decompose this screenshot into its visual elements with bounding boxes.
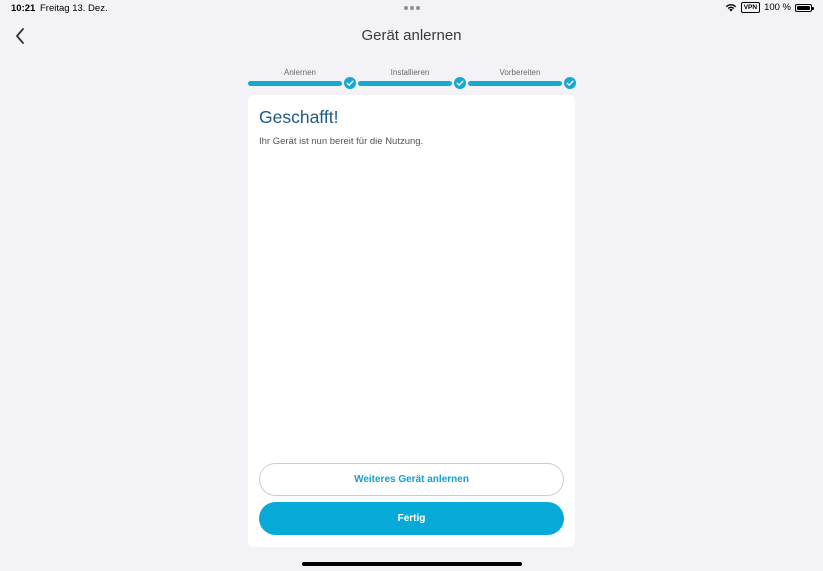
page-title: Gerät anlernen xyxy=(361,27,462,44)
success-card: Geschafft! Ihr Gerät ist nun bereit für … xyxy=(248,95,575,547)
step-label: Installieren xyxy=(390,68,430,77)
step-progress-bar xyxy=(468,81,562,86)
step-vorbereiten: Vorbereiten xyxy=(468,67,576,89)
card-description: Ihr Gerät ist nun bereit für die Nutzung… xyxy=(259,136,424,147)
step-anlernen: Anlernen xyxy=(248,67,356,89)
card-title: Geschafft! xyxy=(259,107,339,127)
battery-percentage: 100 % xyxy=(764,2,791,13)
progress-stepper: Anlernen Installieren Vorbereiten xyxy=(248,67,576,91)
wifi-icon xyxy=(725,4,736,12)
status-date: Freitag 13. Dez. xyxy=(40,3,108,14)
step-label: Vorbereiten xyxy=(499,68,541,77)
checkmark-icon xyxy=(344,77,356,89)
add-another-device-button[interactable]: Weiteres Gerät anlernen xyxy=(259,463,564,496)
home-indicator[interactable] xyxy=(302,562,522,566)
status-bar: 10:21 Freitag 13. Dez. VPN 100 % xyxy=(0,0,823,16)
status-indicators: VPN 100 % xyxy=(725,2,814,13)
checkmark-icon xyxy=(454,77,466,89)
step-label: Anlernen xyxy=(283,68,317,77)
status-time: 10:21 xyxy=(11,3,36,14)
checkmark-icon xyxy=(564,77,576,89)
step-installieren: Installieren xyxy=(358,67,466,89)
step-progress-bar xyxy=(358,81,452,86)
done-button[interactable]: Fertig xyxy=(259,502,564,535)
battery-icon xyxy=(795,3,814,12)
multitasking-dots-icon[interactable] xyxy=(404,6,420,10)
step-progress-bar xyxy=(248,81,342,86)
vpn-badge: VPN xyxy=(740,2,761,13)
